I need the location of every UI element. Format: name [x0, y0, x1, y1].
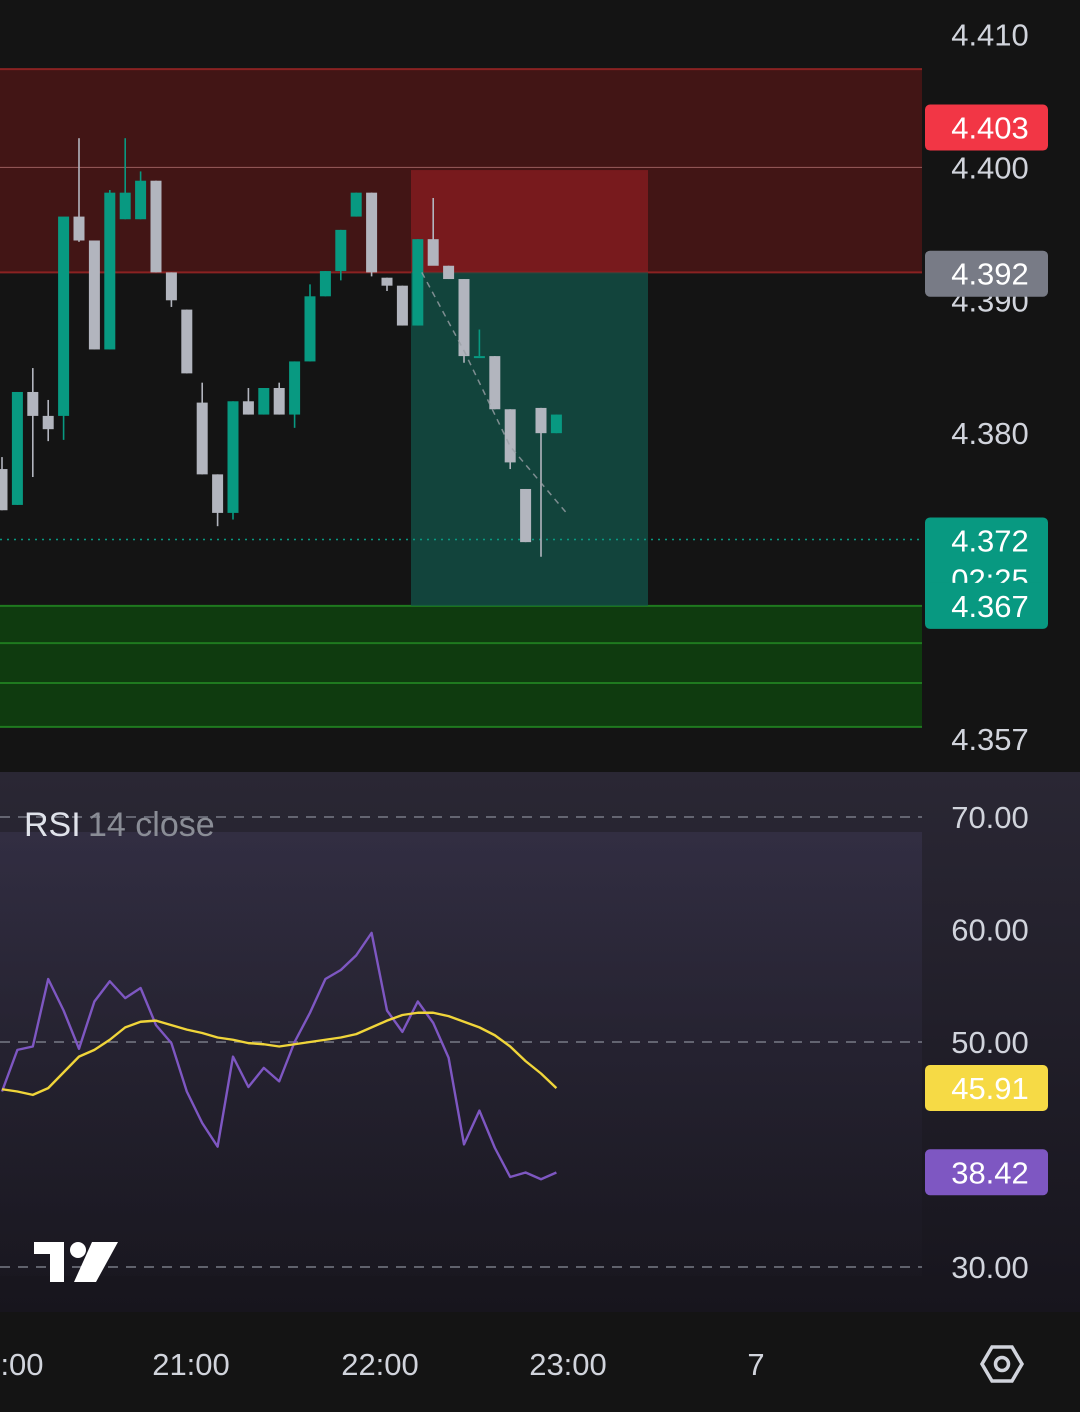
candle-body — [258, 387, 270, 415]
position-target-zone[interactable] — [411, 272, 648, 606]
candle[interactable] — [396, 285, 408, 326]
position-stop-zone[interactable] — [411, 170, 648, 273]
support-zone — [0, 605, 922, 727]
rsi-tick-label: 60.00 — [951, 913, 1029, 948]
candle-body — [350, 192, 362, 217]
candle-body — [550, 414, 562, 434]
candle-body — [165, 272, 177, 301]
rsi-tag-1[interactable]: 38.42 — [925, 1149, 1048, 1196]
rsi-band — [0, 832, 922, 1276]
candle-body — [381, 277, 393, 286]
price-tick-label: 4.400 — [951, 150, 1029, 185]
price-tag-1[interactable]: 4.392 — [925, 250, 1048, 297]
candle-body — [27, 391, 39, 416]
rsi-tag-0[interactable]: 45.91 — [925, 1065, 1048, 1112]
price-tag-3-label: 4.367 — [951, 589, 1029, 624]
candle[interactable] — [181, 309, 193, 374]
candle-body — [227, 401, 239, 513]
candle[interactable] — [412, 239, 424, 326]
time-tick-label: 23:00 — [529, 1347, 607, 1382]
price-tag-1-label: 4.392 — [951, 257, 1029, 292]
time-tick-label: 7 — [747, 1347, 764, 1382]
candle[interactable] — [104, 190, 116, 350]
candle-body — [473, 356, 485, 359]
candle-body — [412, 239, 424, 326]
chart-canvas[interactable]: 4.4104.4004.3904.3804.35770.0060.0050.00… — [0, 0, 1080, 1408]
candle-body — [489, 356, 501, 410]
candle-body — [135, 180, 147, 220]
candle-body — [73, 216, 85, 241]
candle[interactable] — [443, 265, 455, 280]
candle-body — [427, 239, 439, 266]
rsi-tag-0-label: 45.91 — [951, 1071, 1029, 1106]
candle-body — [319, 271, 331, 297]
candle-body — [196, 402, 208, 475]
rsi-tick-label: 70.00 — [951, 800, 1029, 835]
rsi-tick-label: 30.00 — [951, 1250, 1029, 1285]
candle-body — [273, 387, 285, 415]
price-tag-0-label: 4.403 — [951, 111, 1029, 146]
candle-body — [335, 229, 347, 272]
rsi-params[interactable]: 14 close — [88, 806, 215, 844]
candle-body — [181, 309, 193, 374]
chart-root[interactable]: 4.410 4.400 4.390 4.380 4.357 70.00 60.00 50.00… — [0, 0, 1080, 1408]
candle[interactable] — [550, 414, 562, 434]
candle[interactable] — [366, 192, 378, 277]
price-tick-label: 4.380 — [951, 416, 1029, 451]
candle-body — [104, 192, 116, 350]
candle-body — [304, 296, 316, 362]
price-tag-2-label: 4.372 — [951, 523, 1029, 558]
candle-body — [0, 469, 8, 511]
candle-body — [520, 488, 532, 543]
price-tag-3[interactable]: 4.367 — [925, 582, 1048, 629]
rsi-tag-1-label: 38.42 — [951, 1155, 1029, 1190]
time-tick-label: 21:00 — [152, 1347, 230, 1382]
rsi-tick-label: 50.00 — [951, 1025, 1029, 1060]
candle[interactable] — [319, 271, 331, 297]
candle-body — [88, 240, 100, 350]
candle-body — [504, 409, 516, 463]
candle[interactable] — [489, 356, 501, 410]
time-tick-label: 22:00 — [341, 1347, 419, 1382]
candle-body — [242, 401, 254, 415]
price-tick-label: 4.357 — [951, 722, 1029, 757]
price-tag-0[interactable]: 4.403 — [925, 104, 1048, 151]
candle-body — [535, 407, 547, 434]
rsi-title[interactable]: RSI — [24, 806, 81, 844]
candle-body — [11, 391, 23, 505]
candle-body — [58, 216, 70, 416]
candle[interactable] — [227, 401, 239, 520]
candle-body — [42, 415, 54, 430]
price-tick-label: 4.410 — [951, 18, 1029, 53]
time-tick-label: :00 — [0, 1347, 43, 1382]
candle-body — [150, 180, 162, 273]
candle-body — [443, 265, 455, 280]
candle[interactable] — [150, 180, 162, 273]
candle[interactable] — [520, 488, 532, 543]
candle[interactable] — [11, 391, 23, 505]
candle-body — [119, 192, 131, 220]
candle[interactable] — [58, 216, 70, 440]
candle[interactable] — [258, 387, 270, 415]
candle-body — [212, 474, 224, 513]
candle-body — [366, 192, 378, 273]
candle-body — [396, 285, 408, 326]
candle[interactable] — [88, 240, 100, 350]
candle[interactable] — [350, 192, 362, 217]
candle-body — [289, 361, 301, 415]
